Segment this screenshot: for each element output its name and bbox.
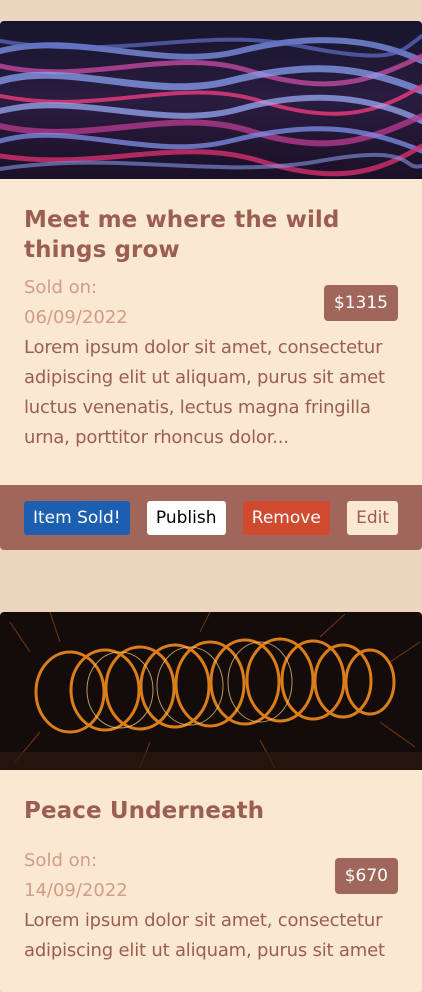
item-sold-button[interactable]: Item Sold! [24,500,130,535]
sale-meta: Sold on: 14/09/2022 $670 [24,846,398,906]
price-badge: $670 [334,858,398,894]
price-badge: $1315 [323,285,398,321]
artwork-card: Peace Underneath Sold on: 14/09/2022 $67… [0,612,422,992]
publish-button[interactable]: Publish [146,500,226,535]
artwork-title: Meet me where the wild things grow [24,207,340,263]
sale-meta: Sold on: 06/09/2022 $1315 [24,273,398,333]
remove-button[interactable]: Remove [242,500,330,535]
edit-button[interactable]: Edit [347,500,398,535]
card-body: Peace Underneath Sold on: 14/09/2022 $67… [0,770,422,986]
card-actions: Item Sold! Publish Remove Edit [0,485,422,550]
artwork-feed: Meet me where the wild things grow Sold … [0,0,422,992]
artwork-title: Peace Underneath [24,798,265,824]
artwork-description: Lorem ipsum dolor sit amet, consectetur … [24,910,385,961]
artwork-image-fire-spiral [0,612,422,770]
artwork-image-light-waves [0,21,422,179]
card-body: Meet me where the wild things grow Sold … [0,179,422,473]
artwork-description: Lorem ipsum dolor sit amet, consectetur … [24,337,385,448]
artwork-card: Meet me where the wild things grow Sold … [0,21,422,550]
